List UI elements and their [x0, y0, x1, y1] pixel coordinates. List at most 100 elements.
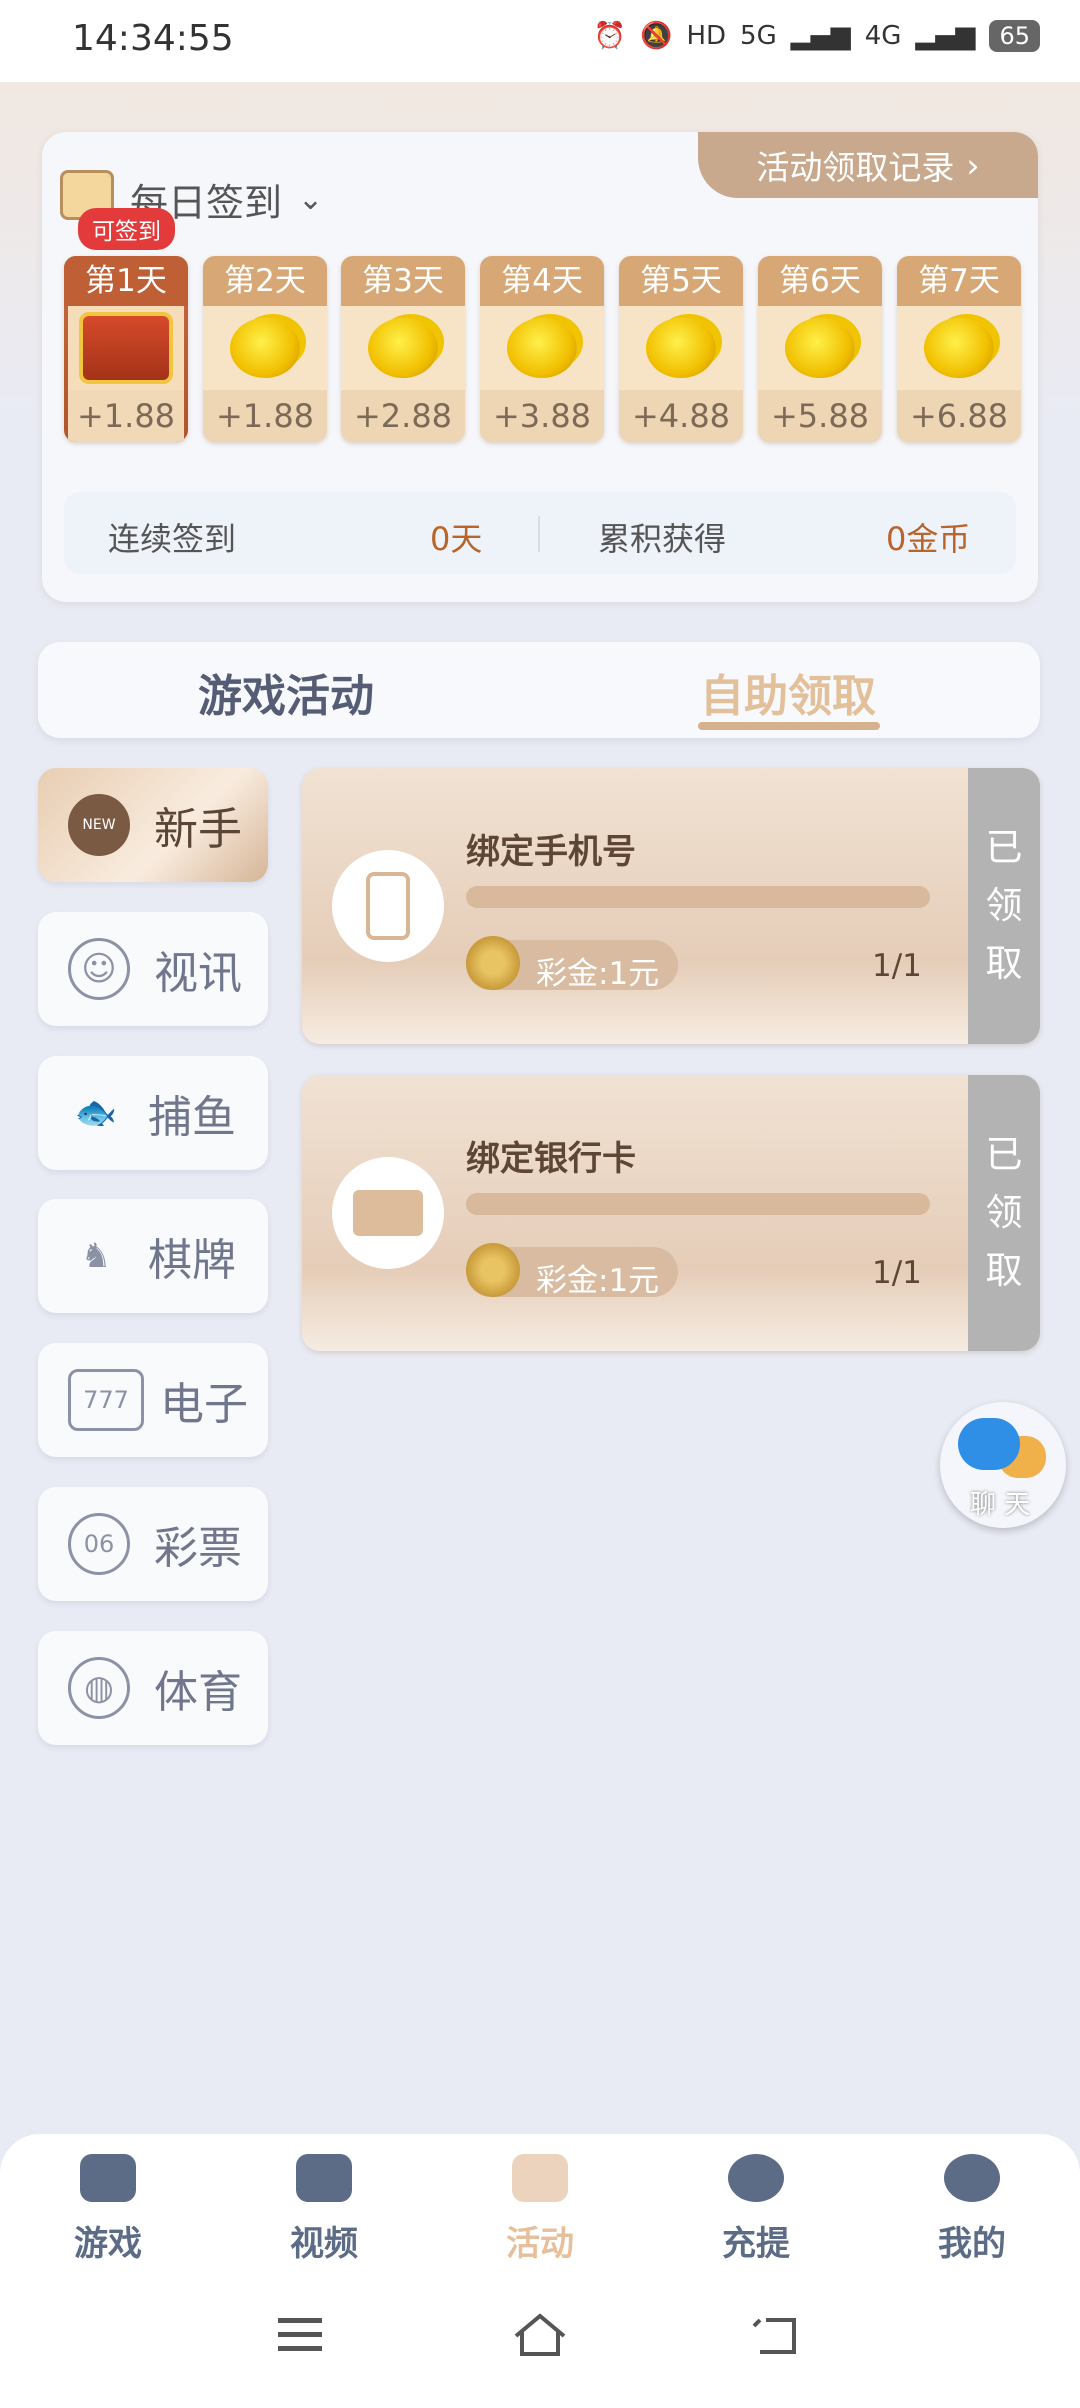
video-icon	[296, 2154, 352, 2202]
category-fishing[interactable]: 🐟 捕鱼	[38, 1056, 268, 1170]
activity-record-button[interactable]: 活动领取记录 ›	[698, 132, 1038, 198]
gold-coins-icon	[785, 318, 855, 378]
status-time: 14:34:55	[72, 18, 234, 59]
yen-icon	[728, 2154, 784, 2202]
category-label: 电子	[160, 1379, 248, 1430]
signin-day-1[interactable]: 第1天 +1.88	[64, 256, 188, 442]
nav-deposit-withdraw[interactable]: 充提	[676, 2154, 836, 2265]
category-sports[interactable]: ◍ 体育	[38, 1631, 268, 1745]
total-value: 0金币	[886, 520, 971, 558]
category-board-games[interactable]: ♞ 棋牌	[38, 1199, 268, 1313]
category-live[interactable]: ☺ 视讯	[38, 912, 268, 1026]
claimed-char: 取	[985, 942, 1023, 985]
nav-label: 视频	[290, 2224, 358, 2264]
category-newbie[interactable]: NEW 新手	[38, 768, 268, 882]
back-icon[interactable]	[750, 2310, 810, 2360]
bonus-label: 彩金:1元	[536, 1263, 660, 1299]
nav-video[interactable]: 视频	[244, 2154, 404, 2265]
network-4g: 4G	[864, 21, 902, 51]
signin-day-6[interactable]: 第6天 +5.88	[758, 256, 882, 442]
day-label: 第7天	[897, 256, 1021, 306]
status-bar: 14:34:55 ⏰ 🔕 HD 5G ▂▄▆ 4G ▂▄▆ 65	[0, 0, 1080, 82]
bank-card-icon	[353, 1190, 423, 1236]
coin-icon	[466, 1243, 520, 1297]
task-icon-circle	[332, 1157, 444, 1269]
day-amount: +1.88	[68, 390, 184, 442]
network-5g: 5G	[740, 21, 777, 51]
chat-button[interactable]: 聊 天	[940, 1402, 1066, 1528]
nav-label: 我的	[938, 2224, 1006, 2264]
day-amount: +2.88	[341, 390, 465, 442]
signin-summary: 连续签到 0天 累积获得 0金币	[64, 492, 1016, 574]
home-icon[interactable]	[510, 2310, 570, 2360]
day-label: 第3天	[341, 256, 465, 306]
bonus-label: 彩金:1元	[536, 956, 660, 992]
nav-profile[interactable]: 我的	[892, 2154, 1052, 2265]
category-label: 彩票	[154, 1523, 242, 1574]
day-amount: +6.88	[897, 390, 1021, 442]
gift-icon	[512, 2154, 568, 2202]
task-bonus: 彩金:1元	[466, 1243, 678, 1299]
claimed-char: 已	[985, 826, 1023, 869]
streak-value: 0天	[430, 520, 483, 558]
category-label: 捕鱼	[148, 1092, 236, 1143]
fish-icon: 🐟	[74, 1093, 118, 1133]
menu-icon[interactable]	[270, 2310, 330, 2360]
can-sign-badge: 可签到	[78, 208, 175, 250]
gold-coins-icon	[368, 318, 438, 378]
lottery-ball-icon: 06	[68, 1513, 130, 1575]
day-label: 第2天	[203, 256, 327, 306]
hd-icon: HD	[686, 21, 727, 51]
nav-label: 充提	[722, 2224, 790, 2264]
gold-coins-icon	[507, 318, 577, 378]
tab-self-claim[interactable]: 自助领取	[700, 660, 876, 724]
nav-label: 活动	[506, 2224, 574, 2264]
nav-activity[interactable]: 活动	[460, 2154, 620, 2265]
claimed-char: 已	[985, 1133, 1023, 1176]
chat-bubble-icon	[958, 1418, 1020, 1470]
bottom-nav: 游戏 视频 活动 充提 我的	[0, 2134, 1080, 2408]
category-lottery[interactable]: 06 彩票	[38, 1487, 268, 1601]
day-amount: +5.88	[758, 390, 882, 442]
day-amount: +1.88	[203, 390, 327, 442]
signin-day-7[interactable]: 第7天 +6.88	[897, 256, 1021, 442]
task-bonus: 彩金:1元	[466, 936, 678, 992]
tab-game-activity[interactable]: 游戏活动	[198, 660, 374, 724]
gold-coins-icon	[646, 318, 716, 378]
task-progress: 1/1	[872, 1255, 922, 1291]
day-label: 第5天	[619, 256, 743, 306]
phone-icon	[366, 872, 410, 940]
day-label: 第6天	[758, 256, 882, 306]
task-title: 绑定手机号	[466, 832, 636, 872]
nav-games[interactable]: 游戏	[28, 2154, 188, 2265]
profile-icon	[944, 2154, 1000, 2202]
task-icon-circle	[332, 850, 444, 962]
new-user-icon: NEW	[68, 794, 130, 856]
alarm-icon: ⏰	[593, 21, 627, 51]
category-label: 视讯	[154, 948, 242, 999]
category-slots[interactable]: 777 电子	[38, 1343, 268, 1457]
basketball-icon: ◍	[68, 1657, 130, 1719]
gold-coins-icon	[230, 318, 300, 378]
task-progress: 1/1	[872, 948, 922, 984]
signin-day-2[interactable]: 第2天 +1.88	[203, 256, 327, 442]
task-card-bind-bank: 绑定银行卡 彩金:1元 1/1 已 领 取	[302, 1075, 1040, 1351]
signin-day-3[interactable]: 第3天 +2.88	[341, 256, 465, 442]
claimed-char: 领	[985, 884, 1023, 927]
claimed-char: 领	[985, 1191, 1023, 1234]
day-label: 第1天	[64, 256, 188, 306]
signal-icon: ▂▄▆	[915, 21, 976, 51]
signin-day-5[interactable]: 第5天 +4.88	[619, 256, 743, 442]
day-amount: +3.88	[480, 390, 604, 442]
mute-icon: 🔕	[640, 21, 673, 51]
gold-coins-icon	[924, 318, 994, 378]
claimed-button[interactable]: 已 领 取	[968, 1075, 1040, 1351]
task-title: 绑定银行卡	[466, 1139, 636, 1179]
claimed-button[interactable]: 已 领 取	[968, 768, 1040, 1044]
total-label: 累积获得	[598, 520, 727, 558]
activity-record-label: 活动领取记录	[756, 148, 955, 187]
treasure-chest-icon	[79, 312, 173, 384]
chevron-down-icon: ⌄	[298, 182, 324, 217]
signin-day-4[interactable]: 第4天 +3.88	[480, 256, 604, 442]
gamepad-icon	[80, 2154, 136, 2202]
